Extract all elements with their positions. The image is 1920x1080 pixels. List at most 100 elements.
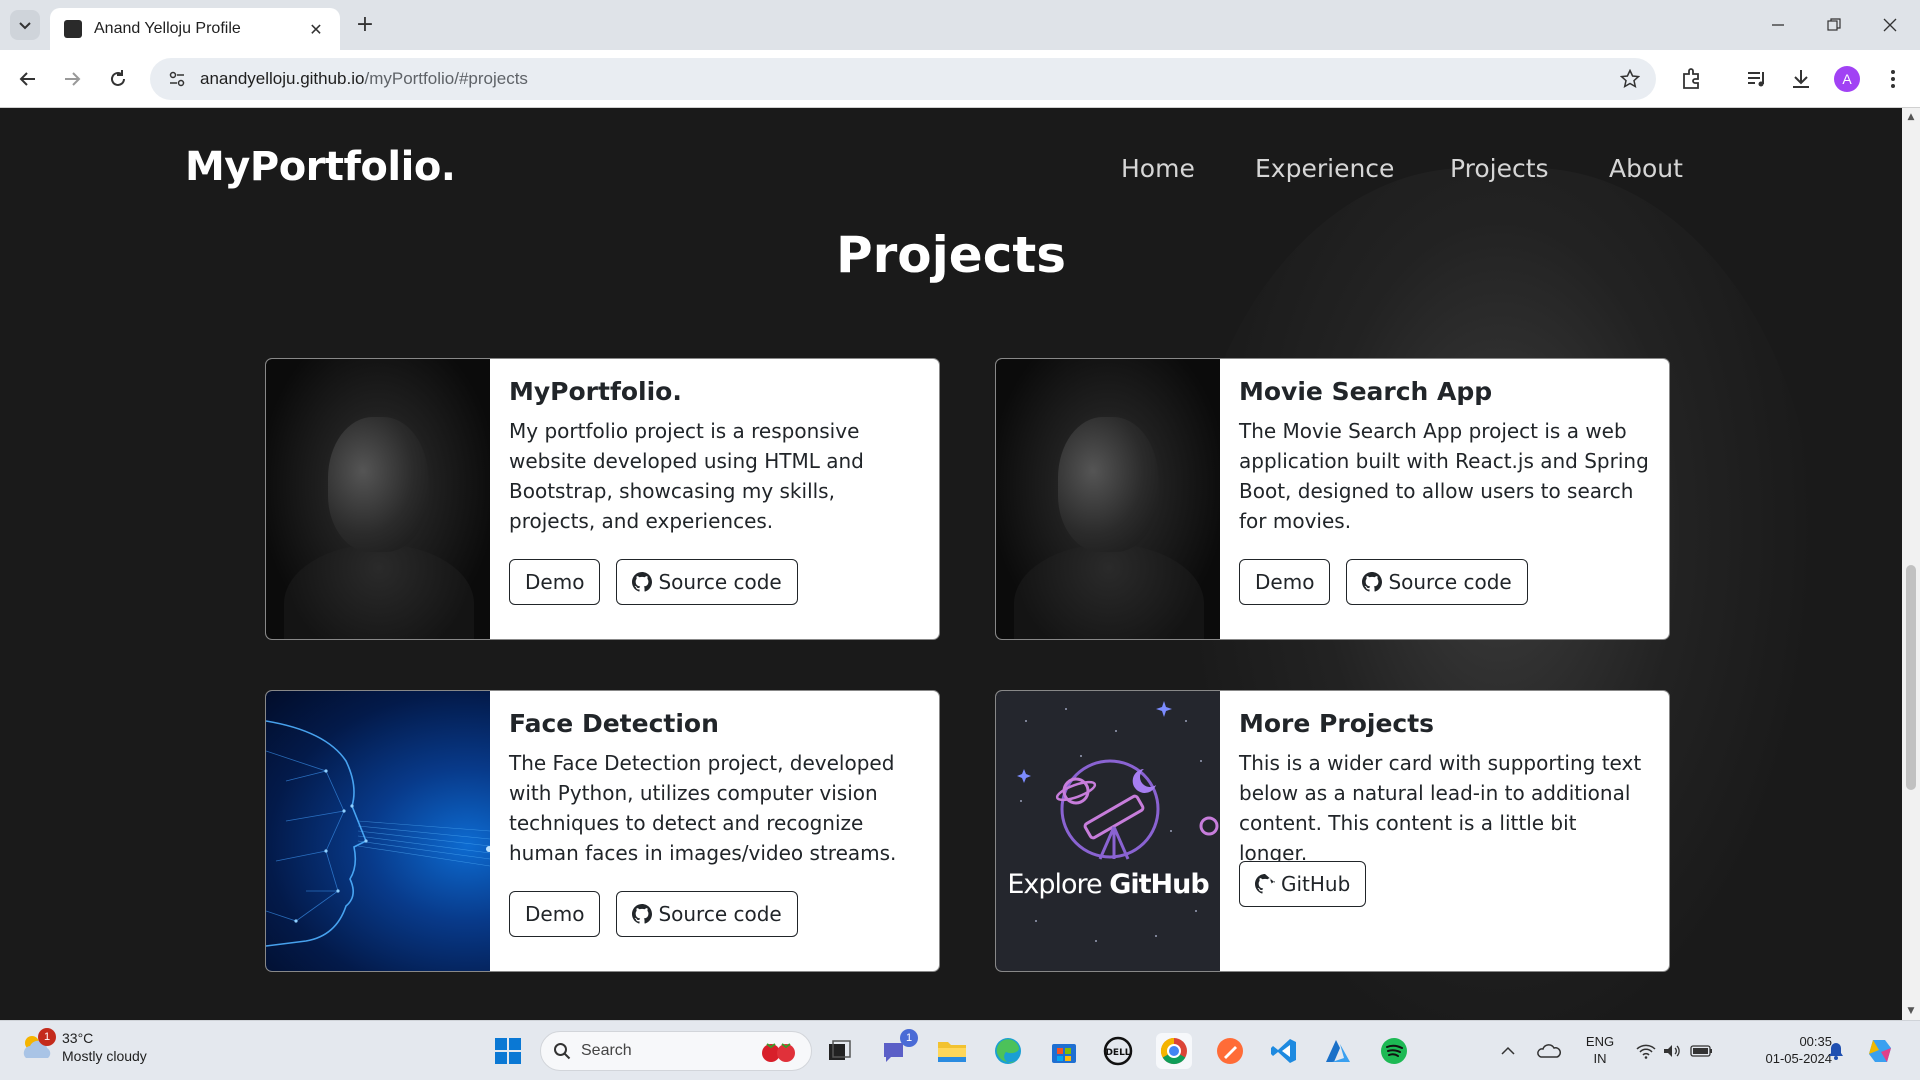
new-tab-button[interactable]: + bbox=[352, 12, 378, 38]
source-code-button[interactable]: Source code bbox=[616, 559, 798, 605]
project-card-portfolio: MyPortfolio. My portfolio project is a r… bbox=[265, 358, 940, 640]
teams-chat-icon[interactable]: 1 bbox=[878, 1029, 918, 1069]
chrome-icon[interactable] bbox=[1156, 1033, 1192, 1069]
demo-button[interactable]: Demo bbox=[509, 559, 601, 605]
nav-link-projects[interactable]: Projects bbox=[1450, 154, 1549, 183]
start-button[interactable] bbox=[490, 1033, 526, 1069]
brand-logo[interactable]: MyPortfolio. bbox=[185, 144, 456, 190]
card-text: The Movie Search App project is a web ap… bbox=[1239, 419, 1649, 533]
browser-tabstrip: Anand Yelloju Profile ✕ + bbox=[0, 0, 1920, 50]
page-scrollbar[interactable]: ▲ ▼ bbox=[1902, 108, 1920, 1020]
search-placeholder: Search bbox=[581, 1042, 632, 1059]
address-bar[interactable]: anandyelloju.github.io/myPortfolio/#proj… bbox=[150, 58, 1656, 100]
scrollbar-thumb[interactable] bbox=[1906, 565, 1916, 790]
taskbar-search[interactable]: Search bbox=[540, 1031, 812, 1071]
button-label: Source code bbox=[1388, 570, 1512, 594]
postman-icon[interactable] bbox=[1212, 1033, 1248, 1069]
reload-icon bbox=[111, 70, 125, 86]
spotify-icon[interactable] bbox=[1376, 1033, 1412, 1069]
extensions-icon[interactable] bbox=[1676, 64, 1706, 94]
restore-button[interactable] bbox=[1814, 10, 1854, 40]
explore-github-text: Explore GitHub bbox=[1007, 869, 1209, 900]
scroll-down-icon[interactable]: ▼ bbox=[1906, 1006, 1916, 1016]
project-card-face-detection: Face Detection The Face Detection projec… bbox=[265, 690, 940, 972]
close-window-button[interactable] bbox=[1870, 10, 1910, 40]
project-image: Explore GitHub bbox=[996, 691, 1220, 971]
weather-temp: 33°C bbox=[62, 1030, 94, 1046]
demo-button[interactable]: Demo bbox=[509, 891, 601, 937]
task-view-icon[interactable] bbox=[822, 1033, 858, 1069]
card-title: MyPortfolio. bbox=[509, 377, 682, 406]
microsoft-store-icon[interactable] bbox=[1046, 1033, 1082, 1069]
file-explorer-icon[interactable] bbox=[934, 1033, 970, 1069]
browser-menu-icon[interactable] bbox=[1878, 64, 1908, 94]
browser-tab-active[interactable]: Anand Yelloju Profile ✕ bbox=[50, 8, 340, 50]
windows-taskbar: 1 33°C Mostly cloudy Search 1 DELL ENG I… bbox=[0, 1020, 1920, 1080]
card-title: More Projects bbox=[1239, 709, 1435, 738]
onedrive-cloud-icon[interactable] bbox=[1534, 1033, 1564, 1069]
minimize-icon bbox=[1772, 24, 1784, 26]
search-icon bbox=[554, 1043, 571, 1060]
card-text: My portfolio project is a responsive web… bbox=[509, 419, 864, 533]
tab-title: Anand Yelloju Profile bbox=[94, 20, 241, 37]
galaxy-telescope-illustration bbox=[1017, 701, 1219, 942]
downloads-icon[interactable] bbox=[1786, 64, 1816, 94]
cloud-icon: 1 bbox=[20, 1028, 56, 1062]
show-hidden-icons-chevron-up-icon[interactable] bbox=[1496, 1033, 1520, 1069]
language-indicator[interactable]: ENG IN bbox=[1578, 1033, 1622, 1067]
button-label: Demo bbox=[525, 570, 585, 594]
volume-icon[interactable] bbox=[1660, 1033, 1684, 1069]
media-control-icon[interactable] bbox=[1742, 64, 1772, 94]
section-title: Projects bbox=[835, 226, 1066, 284]
vscode-icon[interactable] bbox=[1266, 1033, 1302, 1069]
source-code-button[interactable]: Source code bbox=[1346, 559, 1528, 605]
project-card-movie-search: Movie Search App The Movie Search App pr… bbox=[995, 358, 1670, 640]
scroll-up-icon[interactable]: ▲ bbox=[1906, 112, 1916, 122]
strawberry-icon bbox=[762, 1043, 795, 1062]
profile-avatar[interactable]: A bbox=[1832, 64, 1862, 94]
forward-button[interactable] bbox=[56, 63, 88, 95]
button-label: Demo bbox=[525, 902, 585, 926]
weather-widget[interactable]: 1 33°C Mostly cloudy bbox=[20, 1028, 147, 1065]
reload-button[interactable] bbox=[102, 63, 134, 95]
tab-search-button[interactable] bbox=[10, 10, 40, 40]
url-host: anandyelloju.github.io bbox=[200, 69, 365, 88]
nav-link-home[interactable]: Home bbox=[1121, 154, 1195, 183]
azure-data-studio-icon[interactable] bbox=[1320, 1033, 1356, 1069]
wifi-icon[interactable] bbox=[1634, 1033, 1658, 1069]
face-mesh-illustration bbox=[266, 720, 490, 947]
source-code-button[interactable]: Source code bbox=[616, 891, 798, 937]
card-title: Movie Search App bbox=[1239, 377, 1493, 406]
project-card-more-projects: Explore GitHub More Projects This is a w… bbox=[995, 690, 1670, 972]
button-label: Source code bbox=[658, 902, 782, 926]
notification-bell-icon[interactable] bbox=[1822, 1033, 1850, 1069]
chat-badge: 1 bbox=[900, 1029, 918, 1047]
portfolio-page: MyPortfolio. Home Experience Projects Ab… bbox=[0, 108, 1902, 1020]
button-label: Source code bbox=[658, 570, 782, 594]
clock[interactable]: 00:35 01-05-2024 bbox=[1750, 1033, 1833, 1067]
card-title: Face Detection bbox=[509, 709, 719, 738]
project-image bbox=[266, 359, 490, 639]
clock-time: 00:35 bbox=[1799, 1034, 1832, 1049]
github-icon bbox=[1255, 874, 1275, 894]
back-button[interactable] bbox=[12, 63, 44, 95]
tab-favicon-icon bbox=[64, 20, 82, 38]
edge-browser-icon[interactable] bbox=[990, 1033, 1026, 1069]
demo-button[interactable]: Demo bbox=[1239, 559, 1331, 605]
restore-icon bbox=[1827, 18, 1841, 31]
tab-close-icon[interactable]: ✕ bbox=[306, 20, 326, 39]
github-button[interactable]: GitHub bbox=[1239, 861, 1367, 907]
card-text: This is a wider card with supporting tex… bbox=[1239, 751, 1642, 865]
copilot-icon[interactable] bbox=[1862, 1033, 1898, 1069]
nav-link-experience[interactable]: Experience bbox=[1255, 154, 1394, 183]
card-text: The Face Detection project, developed wi… bbox=[509, 751, 897, 865]
nav-link-about[interactable]: About bbox=[1609, 154, 1683, 183]
minimize-button[interactable] bbox=[1758, 10, 1798, 40]
arrow-left-icon bbox=[19, 72, 35, 86]
github-icon bbox=[632, 904, 653, 924]
battery-icon[interactable] bbox=[1688, 1033, 1716, 1069]
bookmark-star-icon[interactable] bbox=[1618, 67, 1642, 91]
github-icon bbox=[1362, 572, 1383, 592]
dell-icon[interactable]: DELL bbox=[1100, 1033, 1136, 1069]
site-info-icon[interactable] bbox=[166, 68, 188, 90]
